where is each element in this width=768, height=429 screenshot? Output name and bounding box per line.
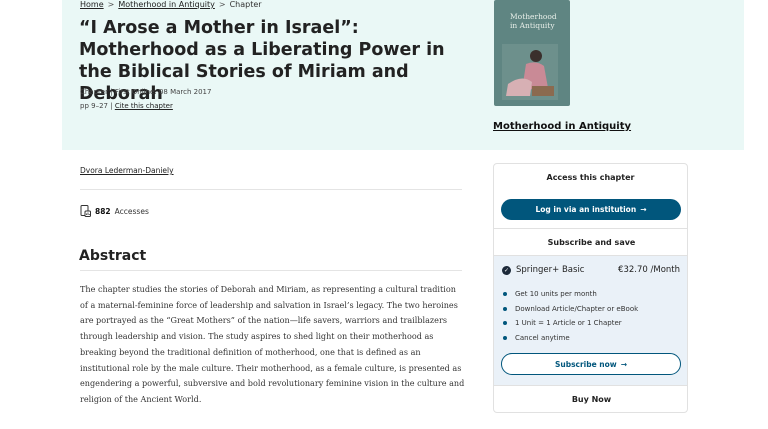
book-title-link[interactable]: Motherhood in Antiquity [493,121,631,132]
plan-price: €32.70 /Month [618,265,680,275]
breadcrumb-current: Chapter [229,0,262,9]
bullet-icon [503,321,507,326]
page-range: pp 9–27 [80,102,108,110]
access-panel: Access this chapter Log in via an instit… [493,163,688,413]
plan-feature-item: Download Article/Chapter or eBook [503,302,638,317]
cover-illustration [502,44,558,100]
section-divider [80,189,462,190]
subscribe-now-label: Subscribe now [554,359,617,369]
breadcrumb-book-link[interactable]: Motherhood in Antiquity [118,0,215,9]
check-circle-icon: ✓ [502,265,511,275]
chapter-meta: Chapter | First Online: 08 March 2017 [80,88,211,96]
plan-feature-item: 1 Unit = 1 Article or 1 Chapter [503,316,638,331]
breadcrumb-separator: > [218,0,226,9]
plan-row: ✓ Springer+ Basic €32.70 /Month [502,265,680,275]
subscribe-header: Subscribe and save [494,228,687,255]
breadcrumb-separator: > [107,0,115,9]
subscribe-now-button[interactable]: Subscribe now → [501,353,681,375]
arrow-right-icon: → [620,359,628,369]
plan-feature-text: Get 10 units per month [515,290,597,299]
section-divider [80,270,462,271]
author-link[interactable]: Dvora Lederman-Daniely [80,166,174,175]
plan-feature-text: 1 Unit = 1 Article or 1 Chapter [515,319,622,328]
bullet-icon [503,335,507,340]
abstract-heading: Abstract [79,248,147,264]
content-type-label: Chapter [80,88,108,96]
bullet-icon [503,292,507,297]
plan-feature-text: Cancel anytime [515,333,570,342]
institution-login-label: Log in via an institution [535,205,637,214]
bullet-icon [503,306,507,311]
plan-feature-item: Cancel anytime [503,331,638,346]
first-online-date: First Online: 08 March 2017 [114,88,212,96]
plan-feature-text: Download Article/Chapter or eBook [515,304,639,313]
chapter-pages-row: pp 9–27 | Cite this chapter [80,102,173,110]
plan-name: Springer+ Basic [516,265,585,275]
subscription-plan-card: ✓ Springer+ Basic €32.70 /Month Get 10 u… [494,255,687,385]
plan-features-list: Get 10 units per month Download Article/… [503,287,638,345]
book-cover-image[interactable]: Motherhood in Antiquity [494,0,570,106]
meta-separator: | [110,102,113,110]
accesses-count: 882 [95,206,111,216]
arrow-right-icon: → [640,205,647,214]
meta-separator: | [110,88,113,96]
document-chart-icon [80,205,91,217]
access-panel-header: Access this chapter [546,173,635,182]
accesses-label: Accesses [114,206,149,216]
cite-this-chapter-link[interactable]: Cite this chapter [115,102,173,110]
accesses-metric: 882 Accesses [80,205,149,217]
buy-now-header[interactable]: Buy Now [494,385,687,412]
plan-feature-item: Get 10 units per month [503,287,638,302]
breadcrumb-home-link[interactable]: Home [80,0,104,9]
book-cover-title: Motherhood in Antiquity [510,12,557,30]
breadcrumb: Home > Motherhood in Antiquity > Chapter [80,0,262,9]
abstract-text: The chapter studies the stories of Debor… [80,284,465,404]
institution-login-button[interactable]: Log in via an institution → [501,199,681,220]
